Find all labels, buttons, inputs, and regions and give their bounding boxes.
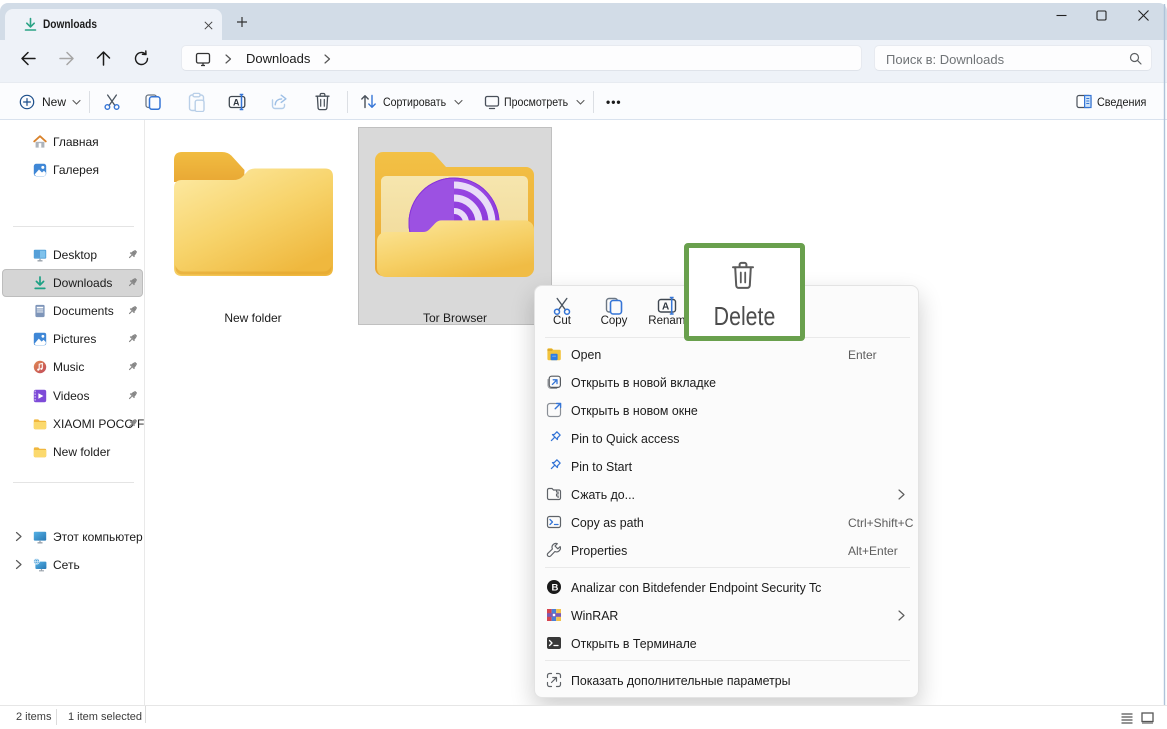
svg-text:A: A: [662, 301, 669, 312]
svg-text:A: A: [233, 97, 240, 107]
svg-text:B: B: [552, 582, 559, 593]
